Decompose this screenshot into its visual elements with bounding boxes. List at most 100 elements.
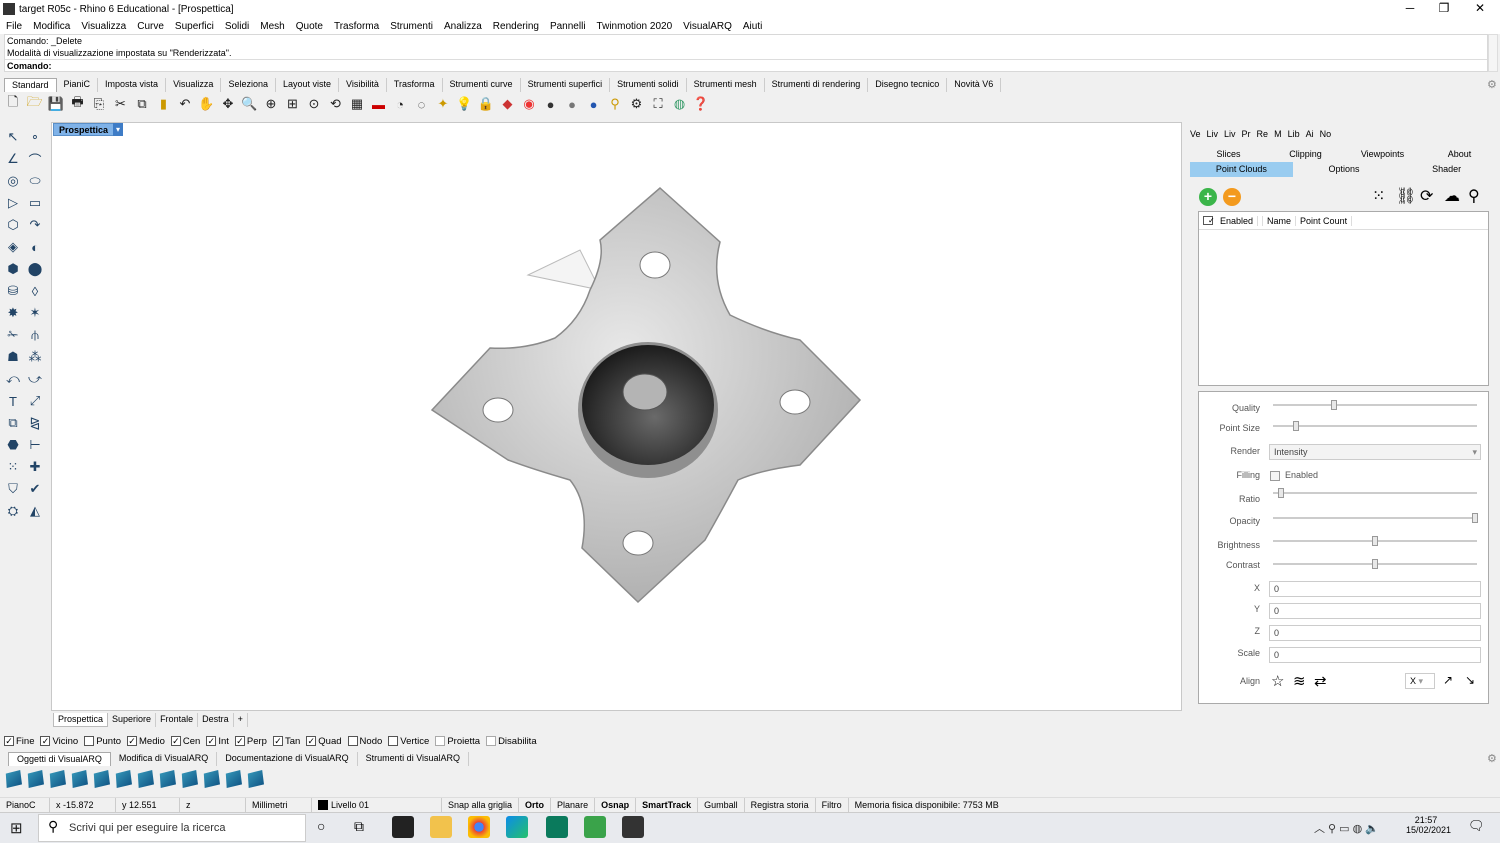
mirror-icon[interactable]: ⧎: [26, 414, 44, 432]
cloud-icon[interactable]: ☁: [1444, 186, 1460, 206]
osnap-fine[interactable]: ✓ Fine: [4, 736, 34, 747]
panel-tab-liv2[interactable]: Liv: [1224, 129, 1236, 145]
osnap-cen[interactable]: ✓ Cen: [170, 736, 200, 747]
save-icon[interactable]: 💾: [47, 95, 65, 113]
tab-pianic[interactable]: PianiC: [57, 78, 99, 92]
add-viewport-button[interactable]: +: [234, 713, 248, 727]
rectangle-icon[interactable]: ▭: [26, 194, 44, 212]
filling-checkbox[interactable]: [1270, 471, 1280, 481]
blend-icon[interactable]: ⤻: [26, 370, 44, 388]
contrast-slider[interactable]: [1273, 559, 1477, 569]
panel-tab-no[interactable]: No: [1320, 129, 1332, 145]
tab-layout-viste[interactable]: Layout viste: [276, 78, 339, 92]
stair-icon[interactable]: [137, 770, 154, 788]
fillet-icon[interactable]: ↷: [26, 216, 44, 234]
tab-shader[interactable]: Shader: [1395, 162, 1498, 177]
tab-documentazione-visualarq[interactable]: Documentazione di VisualARQ: [217, 752, 358, 766]
osnap-vertice[interactable]: Vertice: [388, 736, 429, 747]
clock[interactable]: 21:57 15/02/2021: [1406, 815, 1451, 835]
osnap-quad[interactable]: ✓ Quad: [306, 736, 342, 747]
pan-hand-icon[interactable]: ✋: [198, 95, 216, 113]
quality-slider[interactable]: [1273, 400, 1477, 410]
point-cloud-list[interactable]: ✓ Enabled Name Point Count: [1198, 211, 1489, 386]
task-view-icon[interactable]: ⧉: [354, 818, 364, 835]
link-icon[interactable]: ⛓: [1396, 186, 1416, 206]
panel-tab-lib[interactable]: Lib: [1288, 129, 1300, 145]
tab-strumenti-superfici[interactable]: Strumenti superfici: [521, 78, 611, 92]
curve-icon[interactable]: ⌒: [26, 150, 44, 168]
osnap-disabilita[interactable]: Disabilita: [486, 736, 537, 747]
page-icon[interactable]: ⎘: [90, 95, 108, 113]
ellipse-icon[interactable]: ⬭: [26, 172, 44, 190]
render-dropdown[interactable]: Intensity ▾: [1269, 444, 1481, 460]
tab-strumenti-curve[interactable]: Strumenti curve: [443, 78, 521, 92]
curtain-wall-icon[interactable]: [27, 770, 44, 788]
tab-imposta-vista[interactable]: Imposta vista: [98, 78, 167, 92]
osnap-nodo[interactable]: Nodo: [347, 736, 382, 747]
ungroup-icon[interactable]: ⁂: [26, 348, 44, 366]
enabled-column[interactable]: ✓ Enabled: [1199, 215, 1264, 226]
explode-icon[interactable]: ✶: [26, 304, 44, 322]
osnap-vicino[interactable]: ✓ Vicino: [40, 736, 78, 747]
element-icon[interactable]: [247, 770, 264, 788]
tray-icons[interactable]: ︿ ⚲ ▭ ◍ 🔈: [1314, 820, 1379, 836]
panel-tab-ve[interactable]: Ve: [1190, 129, 1201, 145]
lights-icon[interactable]: ✦: [434, 95, 452, 113]
tab-seleziona[interactable]: Seleziona: [221, 78, 276, 92]
tab-point-clouds[interactable]: Point Clouds: [1190, 162, 1293, 177]
search-icon[interactable]: ⚲: [1468, 186, 1480, 206]
text-icon[interactable]: T: [4, 392, 22, 410]
menu-strumenti[interactable]: Strumenti: [390, 21, 433, 32]
status-history[interactable]: Registra storia: [745, 797, 816, 812]
options-gear-icon[interactable]: ⚙: [628, 95, 646, 113]
status-planare[interactable]: Planare: [551, 797, 596, 812]
command-scrollbar[interactable]: [1488, 34, 1498, 72]
slab-icon[interactable]: [181, 770, 198, 788]
polygon-icon[interactable]: ⬡: [4, 216, 22, 234]
circle-icon[interactable]: ◎: [4, 172, 22, 190]
align-layers-icon[interactable]: ≋: [1293, 672, 1306, 690]
minimize-button[interactable]: ─: [1392, 0, 1428, 18]
close-button[interactable]: ✕: [1462, 0, 1498, 18]
tab-oggetti-visualarq[interactable]: Oggetti di VisualARQ: [8, 752, 111, 766]
menu-mesh[interactable]: Mesh: [260, 21, 284, 32]
menu-solidi[interactable]: Solidi: [225, 21, 249, 32]
menu-rendering[interactable]: Rendering: [493, 21, 539, 32]
snapshot-icon[interactable]: ◔: [391, 95, 409, 113]
point-size-slider[interactable]: [1273, 421, 1477, 431]
copy-icon[interactable]: ⧉: [133, 95, 151, 113]
remove-icon[interactable]: −: [1223, 188, 1241, 206]
osnap-medio[interactable]: ✓ Medio: [127, 736, 165, 747]
gear-icon[interactable]: ⚙: [1487, 78, 1497, 91]
panel-tab-re[interactable]: Re: [1257, 129, 1269, 145]
offset-icon[interactable]: ⤺: [4, 370, 22, 388]
render-icon[interactable]: ⛭: [4, 502, 22, 520]
status-filter[interactable]: Filtro: [816, 797, 849, 812]
tab-strumenti-visualarq[interactable]: Strumenti di VisualARQ: [358, 752, 470, 766]
status-layer[interactable]: Livello 01: [312, 797, 442, 812]
status-cplane[interactable]: PianoC: [0, 797, 50, 812]
select-arrow-icon[interactable]: ↖: [4, 128, 22, 146]
points-grid-icon[interactable]: ⁙: [1372, 186, 1385, 206]
maximize-button[interactable]: ❐: [1426, 0, 1462, 18]
osnap-punto[interactable]: Punto: [84, 736, 121, 747]
terminal-app-icon[interactable]: [392, 816, 414, 838]
status-orto[interactable]: Orto: [519, 797, 552, 812]
status-units[interactable]: Millimetri: [246, 797, 312, 812]
panel-tab-liv[interactable]: Liv: [1207, 129, 1219, 145]
explorer-app-icon[interactable]: [430, 816, 452, 838]
sync-icon[interactable]: ⟳: [1420, 186, 1433, 206]
x-field[interactable]: 0: [1269, 581, 1481, 597]
circle-view-icon[interactable]: ◌: [413, 95, 431, 113]
menu-trasforma[interactable]: Trasforma: [334, 21, 379, 32]
taskbar-search[interactable]: Scrivi qui per eseguire la ricerca: [38, 814, 306, 842]
sphere-grey-icon[interactable]: ●: [563, 95, 581, 113]
cut-icon[interactable]: ✂: [112, 95, 130, 113]
gumball-icon[interactable]: ✚: [26, 458, 44, 476]
paste-icon[interactable]: ▮: [155, 95, 173, 113]
y-field[interactable]: 0: [1269, 603, 1481, 619]
tab-disegno-tecnico[interactable]: Disegno tecnico: [868, 78, 948, 92]
lock-icon[interactable]: 🔒: [477, 95, 495, 113]
windows-start-icon[interactable]: ⊞: [10, 819, 23, 837]
viewport-dropdown-icon[interactable]: ▾: [113, 123, 123, 136]
